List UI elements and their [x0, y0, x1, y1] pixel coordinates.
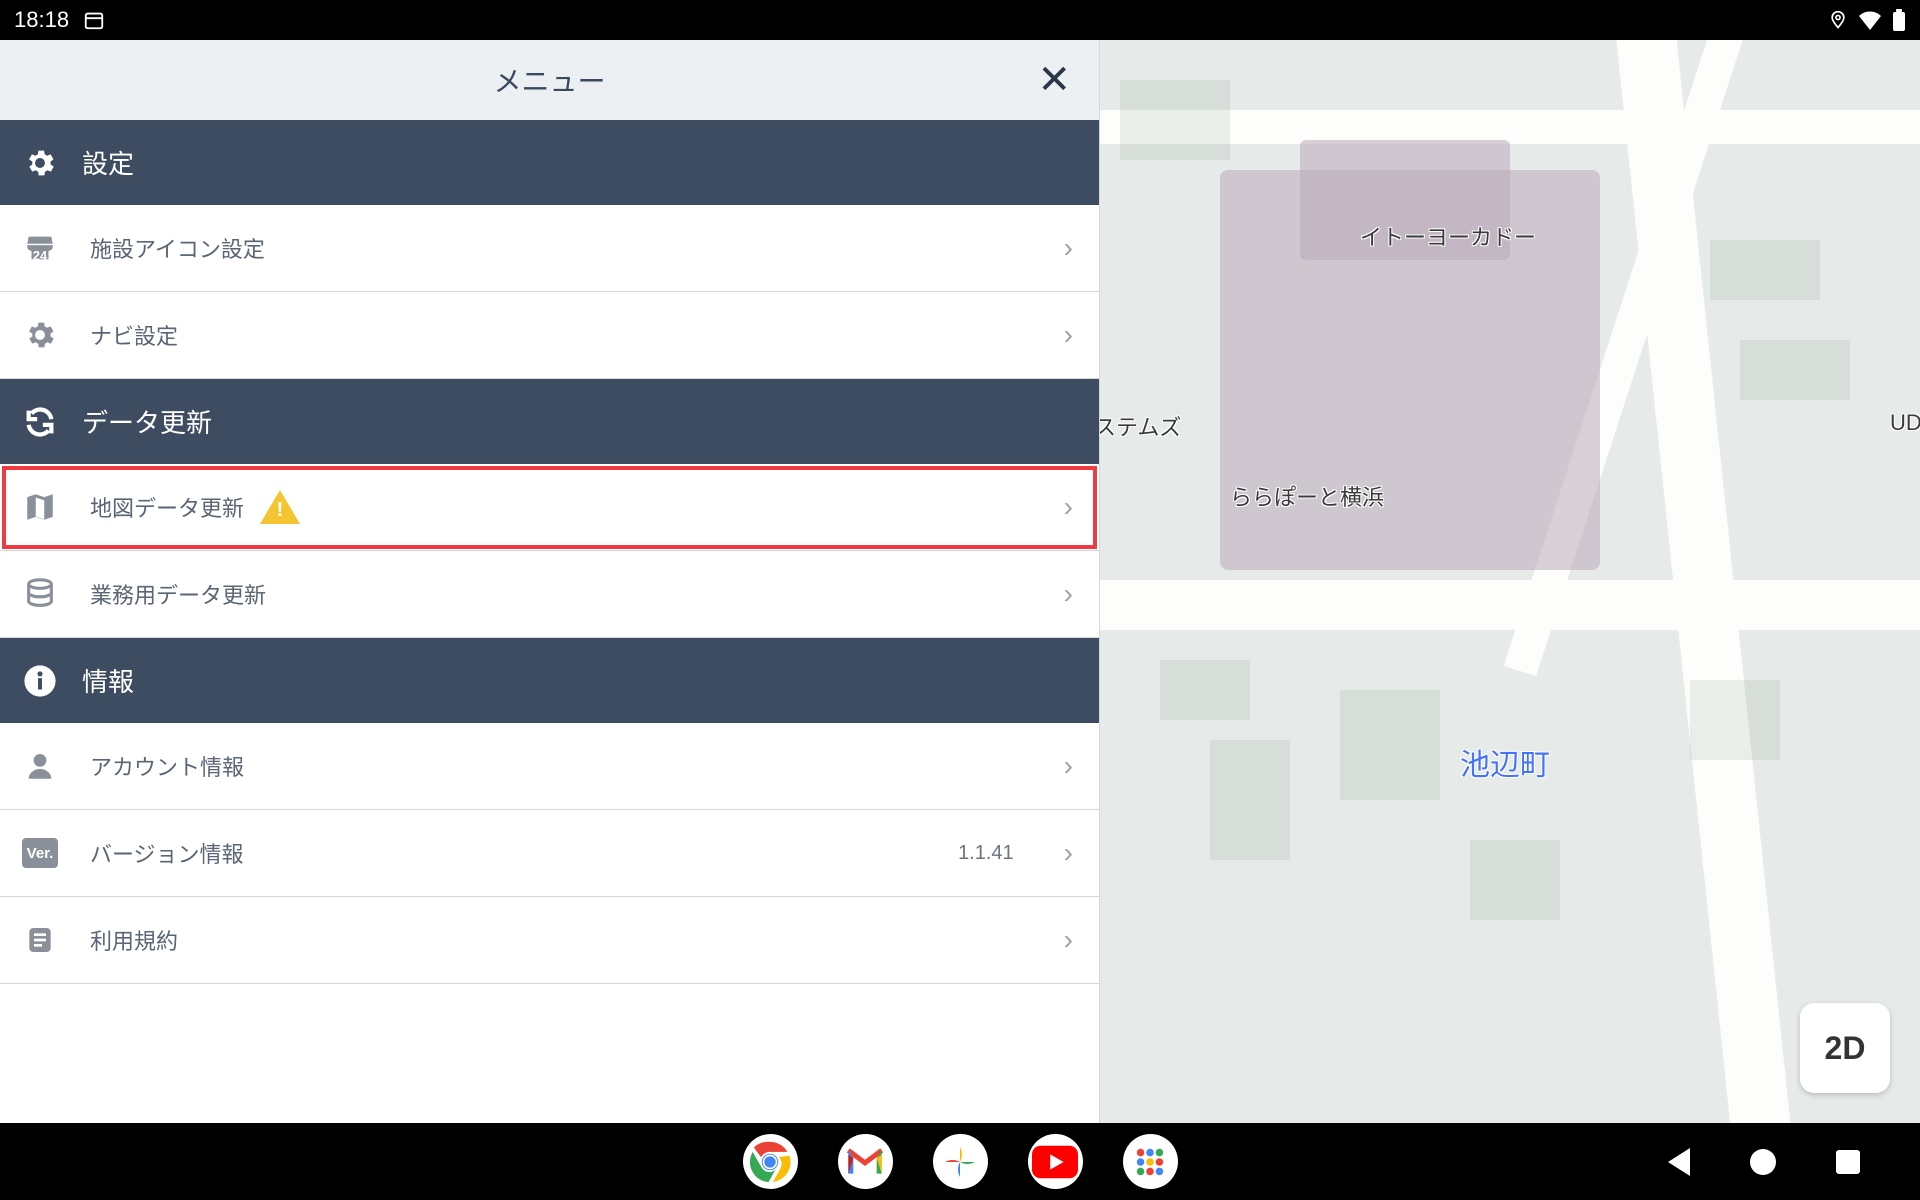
calendar-icon [83, 9, 105, 31]
youtube-icon[interactable] [1028, 1134, 1083, 1189]
nav-back-button[interactable] [1668, 1148, 1690, 1176]
chevron-right-icon: › [1064, 578, 1073, 610]
menu-item-label: バージョン情報 [90, 837, 926, 869]
app-body: メニュー ✕ 設定 24 施設アイコン設定 › [0, 40, 1920, 1123]
person-icon [22, 748, 58, 784]
menu-header: メニュー ✕ [0, 40, 1099, 120]
chevron-right-icon: › [1064, 924, 1073, 956]
gmail-icon[interactable] [838, 1134, 893, 1189]
menu-title: メニュー [493, 60, 605, 100]
section-data-update: データ更新 [0, 379, 1099, 464]
photos-icon[interactable] [933, 1134, 988, 1189]
chevron-right-icon: › [1064, 837, 1073, 869]
section-settings: 設定 [0, 120, 1099, 205]
map-icon [22, 489, 58, 525]
menu-item-label: 地図データ更新 [90, 491, 244, 523]
section-settings-label: 設定 [82, 144, 134, 181]
battery-icon [1892, 9, 1906, 31]
map-label-ikebe: 池辺町 [1460, 740, 1550, 784]
gear-icon [22, 317, 58, 353]
section-info-label: 情報 [82, 662, 134, 699]
menu-item-label: 利用規約 [90, 924, 1032, 956]
map-2d-button[interactable]: 2D [1800, 1003, 1890, 1093]
menu-item-label: 施設アイコン設定 [90, 232, 1032, 264]
menu-item-terms[interactable]: 利用規約 › [0, 897, 1099, 984]
menu-item-navi-settings[interactable]: ナビ設定 › [0, 292, 1099, 379]
refresh-icon [22, 404, 58, 440]
menu-item-account[interactable]: アカウント情報 › [0, 723, 1099, 810]
info-icon [22, 663, 58, 699]
map-label-ud: UD [1890, 410, 1920, 436]
menu-item-biz-data-update[interactable]: 業務用データ更新 › [0, 551, 1099, 638]
menu-item-map-data-update[interactable]: 地図データ更新 › [0, 464, 1099, 551]
store-icon: 24 [22, 230, 58, 266]
database-icon [22, 576, 58, 612]
section-update-label: データ更新 [82, 403, 212, 440]
map-view[interactable]: イトーヨーカドー ららぽーと横浜 ステムズ UD 池辺町 2D [1100, 40, 1920, 1123]
map-label-stems: ステムズ [1100, 410, 1181, 442]
gear-icon [22, 145, 58, 181]
version-value: 1.1.41 [958, 842, 1014, 865]
close-icon[interactable]: ✕ [1037, 60, 1071, 100]
chevron-right-icon: › [1064, 232, 1073, 264]
map-label-itoyokado: イトーヨーカドー [1360, 220, 1536, 252]
nav-recent-button[interactable] [1836, 1150, 1860, 1174]
section-info: 情報 [0, 638, 1099, 723]
menu-item-version[interactable]: Ver. バージョン情報 1.1.41 › [0, 810, 1099, 897]
wifi-icon [1858, 10, 1882, 30]
system-navbar [0, 1123, 1920, 1200]
app-drawer-icon[interactable] [1123, 1134, 1178, 1189]
menu-item-label: ナビ設定 [90, 319, 1032, 351]
map-label-lalaport: ららぽーと横浜 [1230, 480, 1384, 512]
menu-item-label: アカウント情報 [90, 750, 1032, 782]
version-icon: Ver. [22, 835, 58, 871]
status-time: 18:18 [14, 7, 69, 33]
menu-item-label: 業務用データ更新 [90, 578, 1032, 610]
chrome-icon[interactable] [743, 1134, 798, 1189]
chevron-right-icon: › [1064, 319, 1073, 351]
status-bar: 18:18 [0, 0, 1920, 40]
location-icon [1828, 10, 1848, 30]
menu-item-facility-icons[interactable]: 24 施設アイコン設定 › [0, 205, 1099, 292]
document-icon [22, 922, 58, 958]
chevron-right-icon: › [1064, 491, 1073, 523]
nav-home-button[interactable] [1750, 1149, 1776, 1175]
chevron-right-icon: › [1064, 750, 1073, 782]
menu-panel: メニュー ✕ 設定 24 施設アイコン設定 › [0, 40, 1100, 1123]
warning-icon [260, 490, 300, 524]
svg-text:24: 24 [33, 248, 48, 263]
